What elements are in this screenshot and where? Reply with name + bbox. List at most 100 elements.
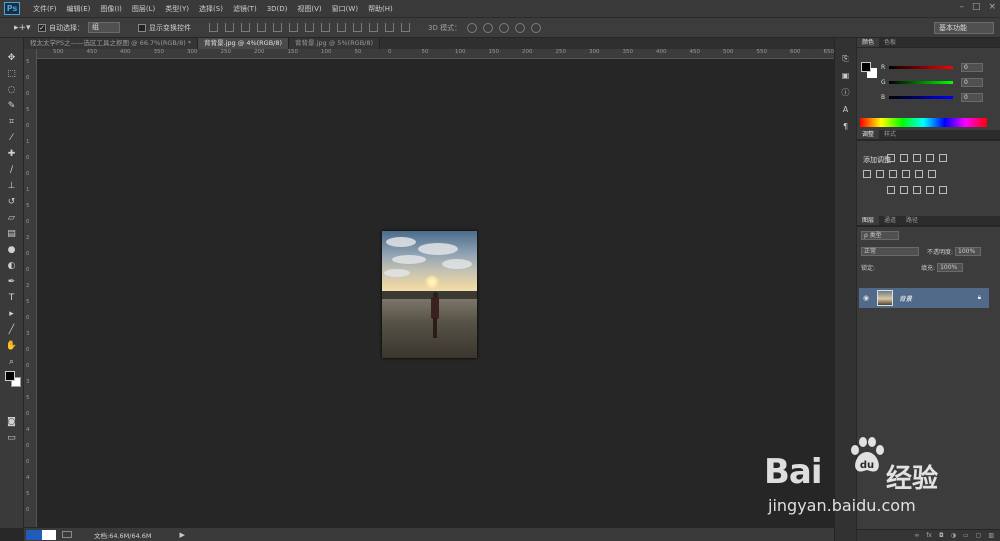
g-value[interactable]: 0 [961, 77, 983, 87]
fill-field[interactable]: 100% [937, 262, 964, 272]
properties-panel-icon[interactable]: ▣ [839, 69, 853, 82]
r-slider[interactable] [889, 65, 953, 69]
opacity-field[interactable]: 100% [955, 246, 982, 256]
healing-tool-icon[interactable]: ✚ [4, 147, 20, 161]
auto-align-icon[interactable] [401, 23, 410, 32]
roll3d-icon[interactable] [483, 22, 494, 33]
screen-mode-icon[interactable]: ▭ [4, 431, 20, 445]
new-adjustment-icon[interactable]: ◑ [951, 532, 956, 539]
vibrance-icon[interactable] [939, 154, 947, 162]
tab-styles[interactable]: 样式 [879, 130, 901, 139]
shape-tool-icon[interactable]: ╱ [4, 323, 20, 337]
move-tool-icon[interactable]: ✥ [4, 51, 20, 65]
invert-icon[interactable] [887, 186, 895, 194]
tab-adjustments[interactable]: 调整 [857, 130, 880, 139]
trash-icon[interactable]: ▥ [988, 532, 994, 539]
type-tool-icon[interactable]: T [4, 291, 20, 305]
drag3d-icon[interactable] [499, 22, 510, 33]
distribute-top-icon[interactable] [305, 23, 314, 32]
menu-window[interactable]: 窗口(W) [327, 0, 363, 18]
levels-icon[interactable] [900, 154, 908, 162]
distribute-left-icon[interactable] [353, 23, 362, 32]
auto-select-dropdown[interactable]: 组 [88, 22, 120, 33]
tab-layers[interactable]: 图层 [857, 216, 880, 225]
scale3d-icon[interactable] [531, 22, 542, 33]
document-canvas[interactable] [37, 59, 834, 527]
menu-type[interactable]: 类型(Y) [160, 0, 194, 18]
color-balance-icon[interactable] [876, 170, 884, 178]
path-select-tool-icon[interactable]: ▸ [4, 307, 20, 321]
zoom-tool-icon[interactable]: ⌕ [4, 355, 20, 369]
menu-edit[interactable]: 编辑(E) [62, 0, 96, 18]
tab-document-1[interactable]: 程太太学PS之——选区工具之抠图 @ 66.7%(RGB/8) * [24, 38, 199, 49]
new-group-icon[interactable]: ▭ [963, 532, 969, 539]
layer-name[interactable]: 背景 [899, 293, 912, 303]
workspace-select[interactable]: 基本功能 [934, 22, 994, 34]
status-menu-arrow-icon[interactable]: ▶ [180, 531, 185, 539]
new-layer-icon[interactable]: ▢ [976, 532, 982, 539]
tab-paths[interactable]: 路径 [901, 216, 923, 225]
eyedropper-tool-icon[interactable]: ⁄ [4, 131, 20, 145]
blend-mode-select[interactable]: 正常 [861, 246, 919, 256]
tab-color[interactable]: 颜色 [857, 38, 880, 47]
align-top-icon[interactable] [209, 23, 218, 32]
align-bottom-icon[interactable] [241, 23, 250, 32]
g-slider[interactable] [889, 80, 953, 84]
stamp-tool-icon[interactable]: ⊥ [4, 179, 20, 193]
export-icon[interactable] [62, 531, 72, 538]
zoom-level-field[interactable] [26, 529, 42, 540]
tab-swatches[interactable]: 色板 [879, 38, 901, 47]
exposure-icon[interactable] [926, 154, 934, 162]
align-left-icon[interactable] [257, 23, 266, 32]
black-white-icon[interactable] [889, 170, 897, 178]
distribute-bottom-icon[interactable] [337, 23, 346, 32]
menu-file[interactable]: 文件(F) [28, 0, 62, 18]
menu-filter[interactable]: 滤镜(T) [228, 0, 262, 18]
history-brush-icon[interactable]: ↺ [4, 195, 20, 209]
menu-view[interactable]: 视图(V) [292, 0, 326, 18]
foreground-color-swatch[interactable] [5, 371, 15, 381]
character-panel-icon[interactable]: A [839, 103, 853, 116]
brush-tool-icon[interactable]: ∕ [4, 163, 20, 177]
marquee-tool-icon[interactable]: ⬚ [4, 67, 20, 81]
tab-channels[interactable]: 通道 [879, 216, 901, 225]
align-right-icon[interactable] [289, 23, 298, 32]
history-panel-icon[interactable]: ⎘ [839, 52, 853, 65]
menu-help[interactable]: 帮助(H) [363, 0, 398, 18]
threshold-icon[interactable] [913, 186, 921, 194]
close-icon[interactable]: × [988, 2, 996, 12]
add-mask-icon[interactable]: ◘ [939, 532, 944, 539]
tab-document-3[interactable]: 背背景.jpg @ 5%(RGB/8) [289, 38, 381, 49]
color-lookup-icon[interactable] [928, 170, 936, 178]
align-hcenter-icon[interactable] [273, 23, 282, 32]
zoom-value-field[interactable] [42, 529, 56, 540]
tab-document-2[interactable]: 背背景.jpg @ 4%(RGB/8) [198, 38, 290, 49]
link-layers-icon[interactable]: ∞ [914, 532, 919, 539]
move-tool-preset-icon[interactable]: ▸+▾ [0, 23, 31, 33]
eye-icon[interactable]: ◉ [863, 294, 873, 302]
menu-layer[interactable]: 图层(L) [127, 0, 160, 18]
show-transform-checkbox[interactable] [138, 23, 146, 32]
info-panel-icon[interactable]: ⓘ [839, 86, 853, 99]
layer-kind-select[interactable]: ρ 类型 [861, 230, 899, 240]
lasso-tool-icon[interactable]: ◌ [4, 83, 20, 97]
gradient-tool-icon[interactable]: ▤ [4, 227, 20, 241]
hand-tool-icon[interactable]: ✋ [4, 339, 20, 353]
b-value[interactable]: 0 [961, 92, 983, 102]
crop-tool-icon[interactable]: ⌗ [4, 115, 20, 129]
menu-select[interactable]: 选择(S) [194, 0, 228, 18]
selective-color-icon[interactable] [926, 186, 934, 194]
paragraph-panel-icon[interactable]: ¶ [839, 120, 853, 133]
rotate3d-icon[interactable] [467, 22, 478, 33]
auto-select-checkbox[interactable]: ✓ [38, 23, 46, 32]
blur-tool-icon[interactable]: ● [4, 243, 20, 257]
fx-icon[interactable]: fx [926, 532, 932, 539]
slide3d-icon[interactable] [515, 22, 526, 33]
r-value[interactable]: 0 [961, 62, 983, 72]
layer-background[interactable]: ◉ 背景 🔒︎ [859, 288, 989, 308]
brightness-icon[interactable] [887, 154, 895, 162]
maximize-icon[interactable]: □ [972, 2, 981, 12]
menu-image[interactable]: 图像(I) [95, 0, 127, 18]
dodge-tool-icon[interactable]: ◐ [4, 259, 20, 273]
distribute-right-icon[interactable] [385, 23, 394, 32]
